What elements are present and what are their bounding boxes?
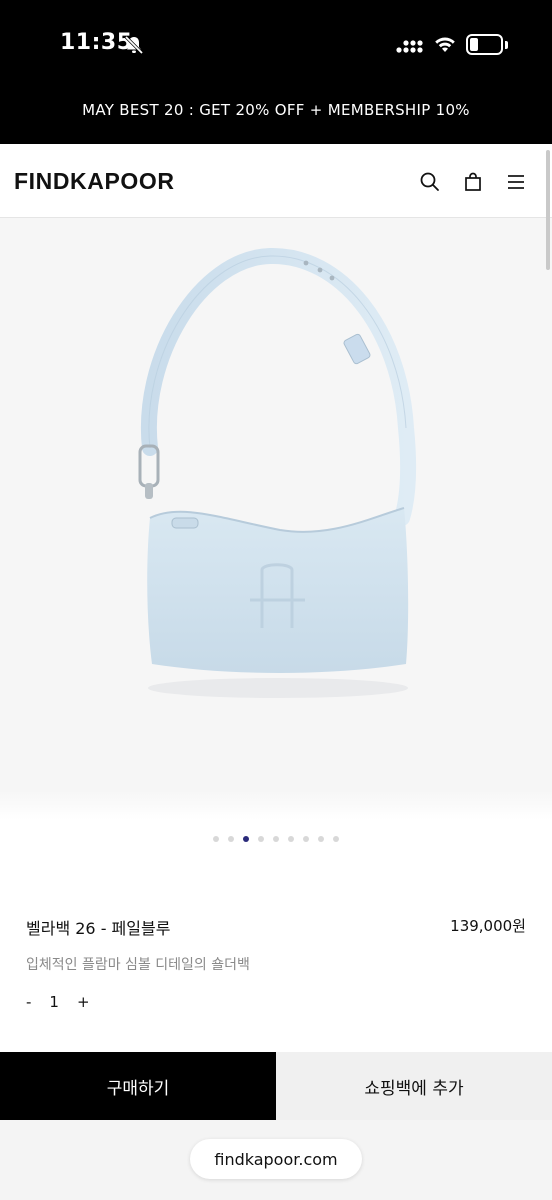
carousel-dot[interactable] (258, 836, 264, 842)
signal-icon (396, 40, 423, 53)
carousel-dot[interactable] (288, 836, 294, 842)
product-image-gallery[interactable] (0, 218, 552, 818)
product-price: 139,000원 (450, 917, 526, 935)
top-bar (0, 0, 552, 144)
product-description: 입체적인 플람마 심볼 디테일의 숄더백 (26, 957, 250, 973)
carousel-dot[interactable] (228, 836, 234, 842)
add-to-cart-button[interactable]: 쇼핑백에 추가 (276, 1052, 552, 1120)
site-header: FINDKAPOOR (0, 144, 552, 218)
carousel-dot[interactable] (213, 836, 219, 842)
brand-logo[interactable]: FINDKAPOOR (14, 168, 175, 195)
search-icon[interactable] (418, 170, 442, 194)
shopping-bag-icon[interactable] (461, 170, 485, 194)
bell-off-icon (124, 35, 144, 55)
promo-banner[interactable]: MAY BEST 20 : GET 20% OFF + MEMBERSHIP 1… (0, 101, 552, 119)
carousel-dot[interactable] (273, 836, 279, 842)
page-scrollbar[interactable] (546, 150, 550, 270)
quantity-value: 1 (49, 993, 59, 1011)
product-name: 벨라백 26 - 페일블루 (26, 919, 171, 938)
carousel-dot[interactable] (303, 836, 309, 842)
gallery-fade (0, 790, 552, 820)
wifi-icon (435, 37, 455, 52)
status-time: 11:35 (60, 30, 133, 55)
menu-icon[interactable] (504, 170, 528, 194)
buy-now-button[interactable]: 구매하기 (0, 1052, 276, 1120)
address-bar[interactable]: findkapoor.com (190, 1139, 362, 1179)
quantity-stepper: - 1 + (26, 993, 90, 1011)
product-image (138, 247, 417, 698)
battery-icon (466, 34, 503, 55)
quantity-increase-button[interactable]: + (77, 993, 90, 1011)
battery-tip (505, 41, 508, 49)
carousel-indicator[interactable] (0, 836, 552, 842)
carousel-dot[interactable] (243, 836, 249, 842)
carousel-dot[interactable] (333, 836, 339, 842)
carousel-dot[interactable] (318, 836, 324, 842)
quantity-decrease-button[interactable]: - (26, 993, 31, 1011)
